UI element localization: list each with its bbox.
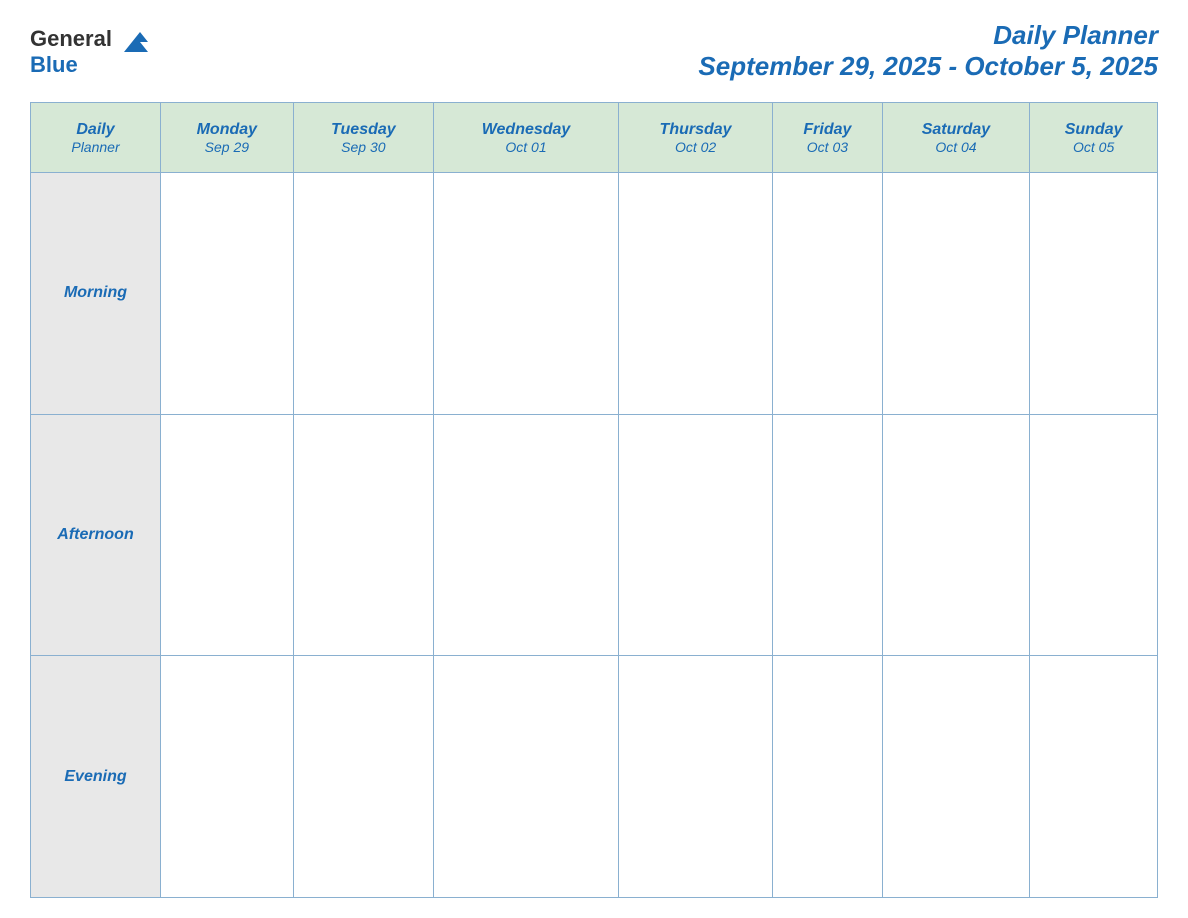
tuesday-date: Sep 30: [299, 139, 428, 155]
thursday-name: Thursday: [624, 121, 767, 139]
saturday-date: Oct 04: [888, 139, 1025, 155]
afternoon-tuesday[interactable]: [293, 414, 433, 656]
sunday-date: Oct 05: [1035, 139, 1152, 155]
evening-sunday[interactable]: [1030, 656, 1158, 898]
wednesday-name: Wednesday: [439, 121, 613, 139]
logo: General Blue: [30, 24, 152, 78]
afternoon-thursday[interactable]: [619, 414, 773, 656]
title-area: Daily Planner September 29, 2025 - Octob…: [698, 20, 1158, 82]
header-monday: Monday Sep 29: [161, 103, 294, 173]
header-label-line2: Planner: [36, 139, 155, 155]
evening-saturday[interactable]: [882, 656, 1030, 898]
morning-monday[interactable]: [161, 173, 294, 415]
afternoon-friday[interactable]: [773, 414, 883, 656]
friday-date: Oct 03: [778, 139, 877, 155]
header-sunday: Sunday Oct 05: [1030, 103, 1158, 173]
thursday-date: Oct 02: [624, 139, 767, 155]
sunday-name: Sunday: [1035, 121, 1152, 139]
planner-title: Daily Planner: [698, 20, 1158, 51]
header-label: Daily Planner: [31, 103, 161, 173]
header-thursday: Thursday Oct 02: [619, 103, 773, 173]
header-wednesday: Wednesday Oct 01: [434, 103, 619, 173]
monday-date: Sep 29: [166, 139, 288, 155]
header-saturday: Saturday Oct 04: [882, 103, 1030, 173]
wednesday-date: Oct 01: [439, 139, 613, 155]
page: General Blue Daily Planner September 29,…: [0, 0, 1188, 918]
evening-tuesday[interactable]: [293, 656, 433, 898]
evening-wednesday[interactable]: [434, 656, 619, 898]
morning-wednesday[interactable]: [434, 173, 619, 415]
evening-label: Evening: [31, 656, 161, 898]
morning-friday[interactable]: [773, 173, 883, 415]
morning-thursday[interactable]: [619, 173, 773, 415]
evening-monday[interactable]: [161, 656, 294, 898]
morning-row: Morning: [31, 173, 1158, 415]
header-tuesday: Tuesday Sep 30: [293, 103, 433, 173]
logo-icon: [120, 24, 152, 56]
afternoon-wednesday[interactable]: [434, 414, 619, 656]
planner-table: Daily Planner Monday Sep 29 Tuesday Sep …: [30, 102, 1158, 898]
afternoon-saturday[interactable]: [882, 414, 1030, 656]
header-friday: Friday Oct 03: [773, 103, 883, 173]
afternoon-sunday[interactable]: [1030, 414, 1158, 656]
morning-tuesday[interactable]: [293, 173, 433, 415]
afternoon-monday[interactable]: [161, 414, 294, 656]
tuesday-name: Tuesday: [299, 121, 428, 139]
friday-name: Friday: [778, 121, 877, 139]
evening-row: Evening: [31, 656, 1158, 898]
logo-general: General: [30, 26, 112, 51]
morning-label: Morning: [31, 173, 161, 415]
afternoon-label: Afternoon: [31, 414, 161, 656]
evening-friday[interactable]: [773, 656, 883, 898]
morning-sunday[interactable]: [1030, 173, 1158, 415]
saturday-name: Saturday: [888, 121, 1025, 139]
date-range: September 29, 2025 - October 5, 2025: [698, 51, 1158, 82]
monday-name: Monday: [166, 121, 288, 139]
evening-thursday[interactable]: [619, 656, 773, 898]
afternoon-row: Afternoon: [31, 414, 1158, 656]
morning-saturday[interactable]: [882, 173, 1030, 415]
header-label-line1: Daily: [36, 121, 155, 139]
header: General Blue Daily Planner September 29,…: [30, 20, 1158, 82]
